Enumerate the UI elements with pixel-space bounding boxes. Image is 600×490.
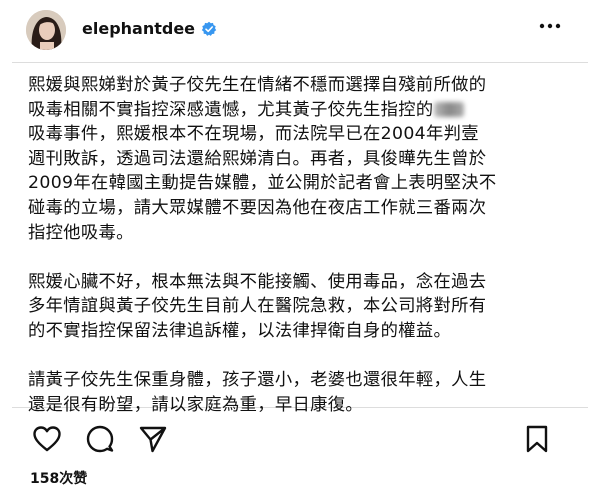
send-icon[interactable] — [138, 424, 168, 454]
avatar-image — [26, 10, 66, 50]
post-text: 熙媛與熙娣對於黃子佼先生在情緒不穩而選擇自殘前所做的 吸毒相關不實指控深感遺憾，… — [28, 73, 576, 417]
post-line: 請黃子佼先生保重身體，孩子還小，老婆也還很年輕，人生 — [28, 370, 487, 391]
verified-badge-icon — [201, 21, 217, 36]
username-row[interactable]: elephantdee — [82, 19, 217, 38]
post-line: 熙媛心臟不好，根本無法與不能接觸、使用毒品，念在過去 — [28, 271, 487, 292]
username[interactable]: elephantdee — [82, 19, 195, 38]
post-content: 熙媛與熙娣對於黃子佼先生在情緒不穩而選擇自殘前所做的 吸毒相關不實指控深感遺憾，… — [12, 62, 588, 415]
post-line: 吸毒事件，熙媛根本不在現場，而法院早已在2004年判壹 — [28, 124, 479, 145]
more-options-icon[interactable] — [538, 16, 562, 36]
likes-count[interactable]: 158次赞 — [30, 468, 87, 488]
avatar[interactable] — [26, 10, 66, 50]
post-line: 2009年在韓國主動提告媒體，並公開於記者會上表明堅決不 — [28, 173, 497, 194]
redacted-text — [433, 102, 464, 118]
heart-icon[interactable] — [32, 424, 62, 454]
bookmark-icon[interactable] — [522, 424, 552, 454]
post-line: 還是很有盼望，請以家庭為重，早日康復。 — [28, 394, 363, 415]
post-line: 的不實指控保留法律追訴權，以法律捍衛自身的權益。 — [28, 320, 452, 341]
action-bar — [0, 418, 600, 462]
post-line: 指控他吸毒。 — [28, 222, 134, 243]
post-line: 週刊敗訴，透過司法還給熙娣清白。再者，具俊曄先生曾於 — [28, 148, 487, 169]
post-line: 碰毒的立場，請大眾媒體不要因為他在夜店工作就三番兩次 — [28, 197, 487, 218]
comment-icon[interactable] — [85, 424, 115, 454]
post-line-text: 吸毒相關不實指控深感遺憾，尤其黃子佼先生指控的 — [28, 99, 434, 120]
post-line: 熙媛與熙娣對於黃子佼先生在情緒不穩而選擇自殘前所做的 — [28, 75, 487, 95]
post-header: elephantdee — [0, 0, 600, 58]
post-line: 多年情誼與黃子佼先生目前人在醫院急救，本公司將對所有 — [28, 296, 487, 317]
post-line: 吸毒相關不實指控深感遺憾，尤其黃子佼先生指控的 — [28, 98, 576, 123]
